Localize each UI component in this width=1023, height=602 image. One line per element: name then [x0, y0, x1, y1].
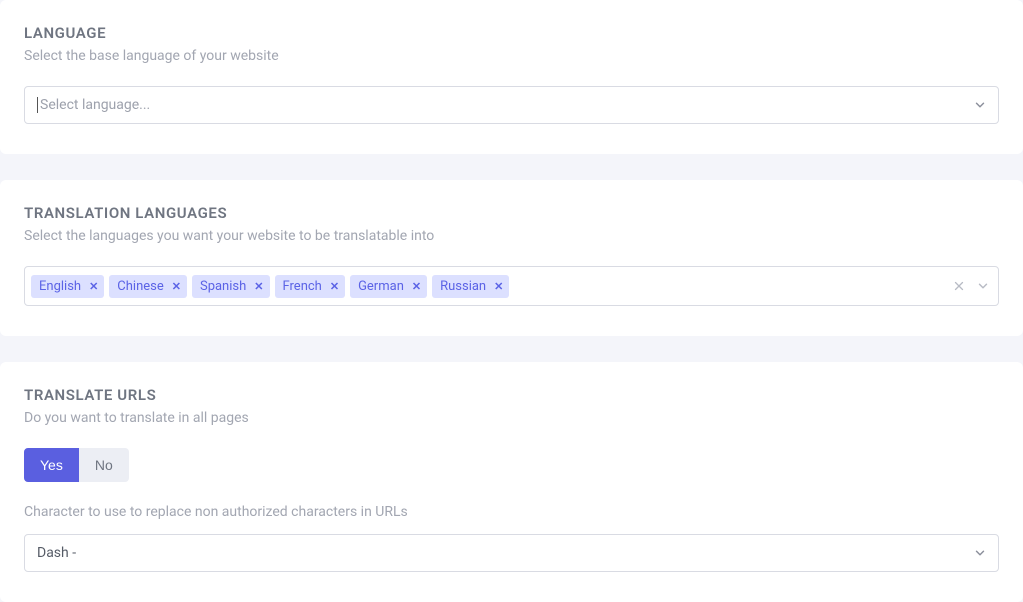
urls-subtitle: Do you want to translate in all pages	[24, 410, 999, 426]
urls-title: TRANSLATE URLS	[24, 386, 999, 404]
url-char-select[interactable]: Dash -	[24, 534, 999, 572]
urls-card: TRANSLATE URLS Do you want to translate …	[0, 362, 1023, 602]
language-tag-label: Spanish	[200, 279, 246, 294]
remove-tag-icon[interactable]: ✕	[254, 281, 263, 292]
translation-multi-select[interactable]: English✕Chinese✕Spanish✕French✕German✕Ru…	[24, 266, 999, 306]
language-tag-label: French	[283, 279, 322, 294]
remove-tag-icon[interactable]: ✕	[330, 281, 339, 292]
remove-tag-icon[interactable]: ✕	[172, 281, 181, 292]
language-select[interactable]: Select language...	[24, 86, 999, 124]
translation-title: TRANSLATION LANGUAGES	[24, 204, 999, 222]
language-tag: English ✕	[31, 275, 104, 298]
toggle-yes-button[interactable]: Yes	[24, 448, 79, 482]
language-title: LANGUAGE	[24, 24, 999, 42]
language-tag: Russian ✕	[432, 275, 509, 298]
chevron-down-icon[interactable]	[976, 279, 990, 293]
toggle-no-button[interactable]: No	[79, 448, 129, 482]
language-subtitle: Select the base language of your website	[24, 48, 999, 64]
translate-urls-toggle: Yes No	[24, 448, 129, 482]
remove-tag-icon[interactable]: ✕	[89, 281, 98, 292]
url-char-label: Character to use to replace non authoriz…	[24, 504, 999, 520]
language-tag: German ✕	[350, 275, 427, 298]
remove-tag-icon[interactable]: ✕	[412, 281, 421, 292]
language-card: LANGUAGE Select the base language of you…	[0, 0, 1023, 154]
clear-all-icon[interactable]	[952, 279, 966, 293]
language-select-placeholder: Select language...	[40, 97, 150, 113]
language-tag-label: English	[39, 279, 81, 294]
remove-tag-icon[interactable]: ✕	[494, 281, 503, 292]
translation-subtitle: Select the languages you want your websi…	[24, 228, 999, 244]
multi-select-actions	[952, 279, 990, 293]
language-tag-label: German	[358, 279, 404, 294]
language-tag: French ✕	[275, 275, 346, 298]
translation-card: TRANSLATION LANGUAGES Select the languag…	[0, 180, 1023, 336]
text-cursor	[37, 97, 38, 113]
language-tag: Chinese ✕	[109, 275, 187, 298]
language-select-wrap: Select language...	[24, 86, 999, 124]
language-tag: Spanish ✕	[192, 275, 270, 298]
language-tag-label: Chinese	[117, 279, 163, 294]
language-tag-label: Russian	[440, 279, 486, 294]
url-char-select-wrap: Dash -	[24, 534, 999, 572]
